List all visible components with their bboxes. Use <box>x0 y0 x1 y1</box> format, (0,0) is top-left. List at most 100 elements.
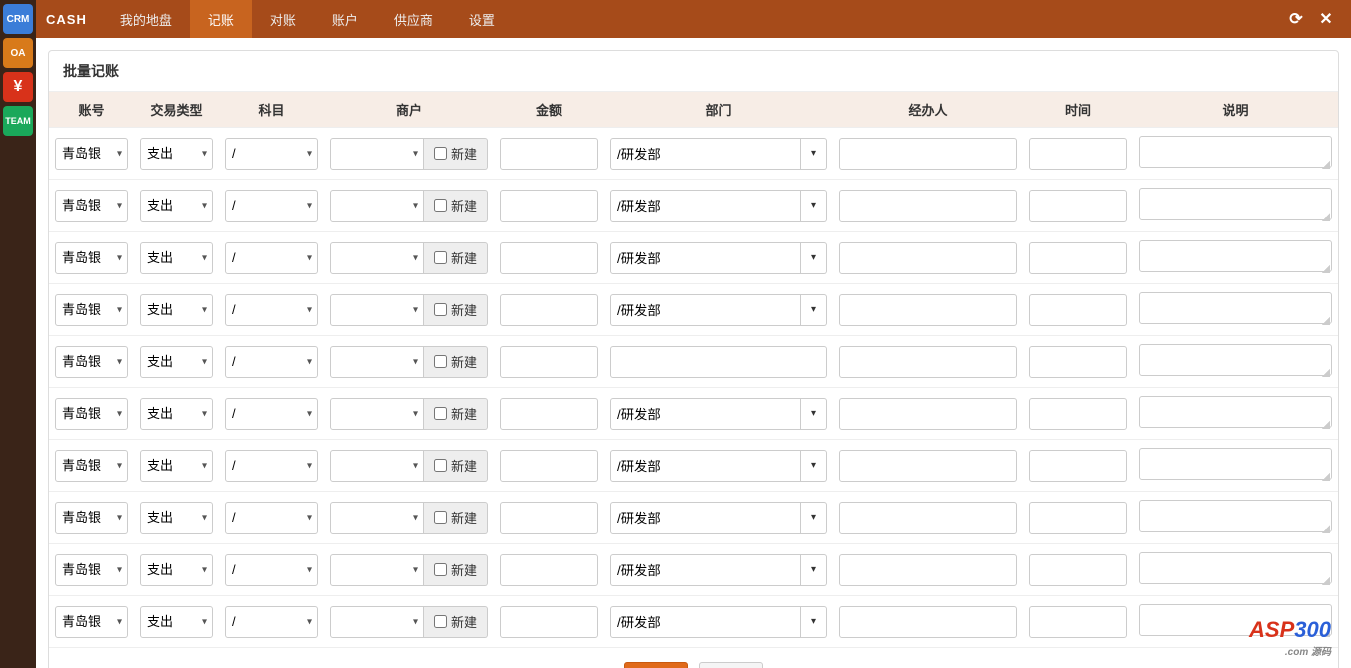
subject-select[interactable]: / <box>225 502 318 534</box>
time-input[interactable] <box>1029 242 1127 274</box>
time-input[interactable] <box>1029 450 1127 482</box>
account-select[interactable]: 青岛银 <box>55 450 128 482</box>
merchant-select[interactable] <box>330 554 424 586</box>
amount-input[interactable] <box>500 398 598 430</box>
merchant-new-checkbox[interactable] <box>434 407 447 420</box>
desc-textarea[interactable] <box>1139 136 1332 168</box>
subject-select[interactable]: / <box>225 450 318 482</box>
type-select[interactable]: 支出 <box>140 554 213 586</box>
type-select[interactable]: 支出 <box>140 294 213 326</box>
time-input[interactable] <box>1029 606 1127 638</box>
desc-textarea[interactable] <box>1139 344 1332 376</box>
sidebar-icon-crm[interactable]: CRM <box>3 4 33 34</box>
sidebar-icon-team[interactable]: TEAM <box>3 106 33 136</box>
dept-input[interactable] <box>610 398 801 430</box>
merchant-new-addon[interactable]: 新建 <box>424 242 488 274</box>
merchant-new-checkbox[interactable] <box>434 563 447 576</box>
merchant-new-checkbox[interactable] <box>434 199 447 212</box>
amount-input[interactable] <box>500 138 598 170</box>
handler-input[interactable] <box>839 606 1017 638</box>
nav-item-4[interactable]: 供应商 <box>376 0 451 38</box>
merchant-select[interactable] <box>330 502 424 534</box>
type-select[interactable]: 支出 <box>140 346 213 378</box>
time-input[interactable] <box>1029 398 1127 430</box>
time-input[interactable] <box>1029 554 1127 586</box>
dept-dropdown-button[interactable]: ▾ <box>801 606 827 638</box>
merchant-new-addon[interactable]: 新建 <box>424 346 488 378</box>
amount-input[interactable] <box>500 502 598 534</box>
amount-input[interactable] <box>500 554 598 586</box>
account-select[interactable]: 青岛银 <box>55 138 128 170</box>
refresh-icon[interactable]: ⟳ <box>1281 9 1311 29</box>
merchant-new-addon[interactable]: 新建 <box>424 450 488 482</box>
account-select[interactable]: 青岛银 <box>55 502 128 534</box>
merchant-new-addon[interactable]: 新建 <box>424 554 488 586</box>
time-input[interactable] <box>1029 502 1127 534</box>
subject-select[interactable]: / <box>225 242 318 274</box>
merchant-new-addon[interactable]: 新建 <box>424 294 488 326</box>
nav-item-0[interactable]: 我的地盘 <box>102 0 190 38</box>
subject-select[interactable]: / <box>225 554 318 586</box>
merchant-select[interactable] <box>330 294 424 326</box>
merchant-new-checkbox[interactable] <box>434 355 447 368</box>
time-input[interactable] <box>1029 346 1127 378</box>
type-select[interactable]: 支出 <box>140 398 213 430</box>
merchant-select[interactable] <box>330 346 424 378</box>
merchant-new-addon[interactable]: 新建 <box>424 190 488 222</box>
type-select[interactable]: 支出 <box>140 138 213 170</box>
handler-input[interactable] <box>839 502 1017 534</box>
merchant-new-addon[interactable]: 新建 <box>424 606 488 638</box>
dept-dropdown-button[interactable]: ▾ <box>801 450 827 482</box>
handler-input[interactable] <box>839 398 1017 430</box>
handler-input[interactable] <box>839 346 1017 378</box>
time-input[interactable] <box>1029 190 1127 222</box>
dept-input[interactable] <box>610 346 827 378</box>
amount-input[interactable] <box>500 242 598 274</box>
merchant-new-checkbox[interactable] <box>434 615 447 628</box>
merchant-select[interactable] <box>330 450 424 482</box>
account-select[interactable]: 青岛银 <box>55 190 128 222</box>
account-select[interactable]: 青岛银 <box>55 554 128 586</box>
type-select[interactable]: 支出 <box>140 190 213 222</box>
dept-input[interactable] <box>610 138 801 170</box>
dept-dropdown-button[interactable]: ▾ <box>801 190 827 222</box>
sidebar-icon-cash[interactable]: ¥ <box>3 72 33 102</box>
merchant-new-checkbox[interactable] <box>434 459 447 472</box>
handler-input[interactable] <box>839 242 1017 274</box>
dept-input[interactable] <box>610 190 801 222</box>
dept-dropdown-button[interactable]: ▾ <box>801 242 827 274</box>
desc-textarea[interactable] <box>1139 188 1332 220</box>
merchant-select[interactable] <box>330 242 424 274</box>
type-select[interactable]: 支出 <box>140 502 213 534</box>
dept-input[interactable] <box>610 606 801 638</box>
type-select[interactable]: 支出 <box>140 606 213 638</box>
handler-input[interactable] <box>839 190 1017 222</box>
merchant-select[interactable] <box>330 138 424 170</box>
desc-textarea[interactable] <box>1139 396 1332 428</box>
desc-textarea[interactable] <box>1139 448 1332 480</box>
nav-item-3[interactable]: 账户 <box>314 0 376 38</box>
account-select[interactable]: 青岛银 <box>55 294 128 326</box>
merchant-new-checkbox[interactable] <box>434 147 447 160</box>
nav-item-2[interactable]: 对账 <box>252 0 314 38</box>
account-select[interactable]: 青岛银 <box>55 242 128 274</box>
merchant-new-checkbox[interactable] <box>434 511 447 524</box>
close-icon[interactable]: ✕ <box>1311 9 1341 29</box>
dept-input[interactable] <box>610 242 801 274</box>
handler-input[interactable] <box>839 554 1017 586</box>
sidebar-icon-apps[interactable] <box>3 140 33 170</box>
desc-textarea[interactable] <box>1139 240 1332 272</box>
account-select[interactable]: 青岛银 <box>55 398 128 430</box>
dept-dropdown-button[interactable]: ▾ <box>801 502 827 534</box>
save-button[interactable]: 保存 <box>624 662 688 668</box>
type-select[interactable]: 支出 <box>140 450 213 482</box>
dept-dropdown-button[interactable]: ▾ <box>801 398 827 430</box>
desc-textarea[interactable] <box>1139 292 1332 324</box>
subject-select[interactable]: / <box>225 346 318 378</box>
account-select[interactable]: 青岛银 <box>55 346 128 378</box>
desc-textarea[interactable] <box>1139 552 1332 584</box>
desc-textarea[interactable] <box>1139 500 1332 532</box>
dept-input[interactable] <box>610 554 801 586</box>
handler-input[interactable] <box>839 450 1017 482</box>
merchant-new-checkbox[interactable] <box>434 303 447 316</box>
